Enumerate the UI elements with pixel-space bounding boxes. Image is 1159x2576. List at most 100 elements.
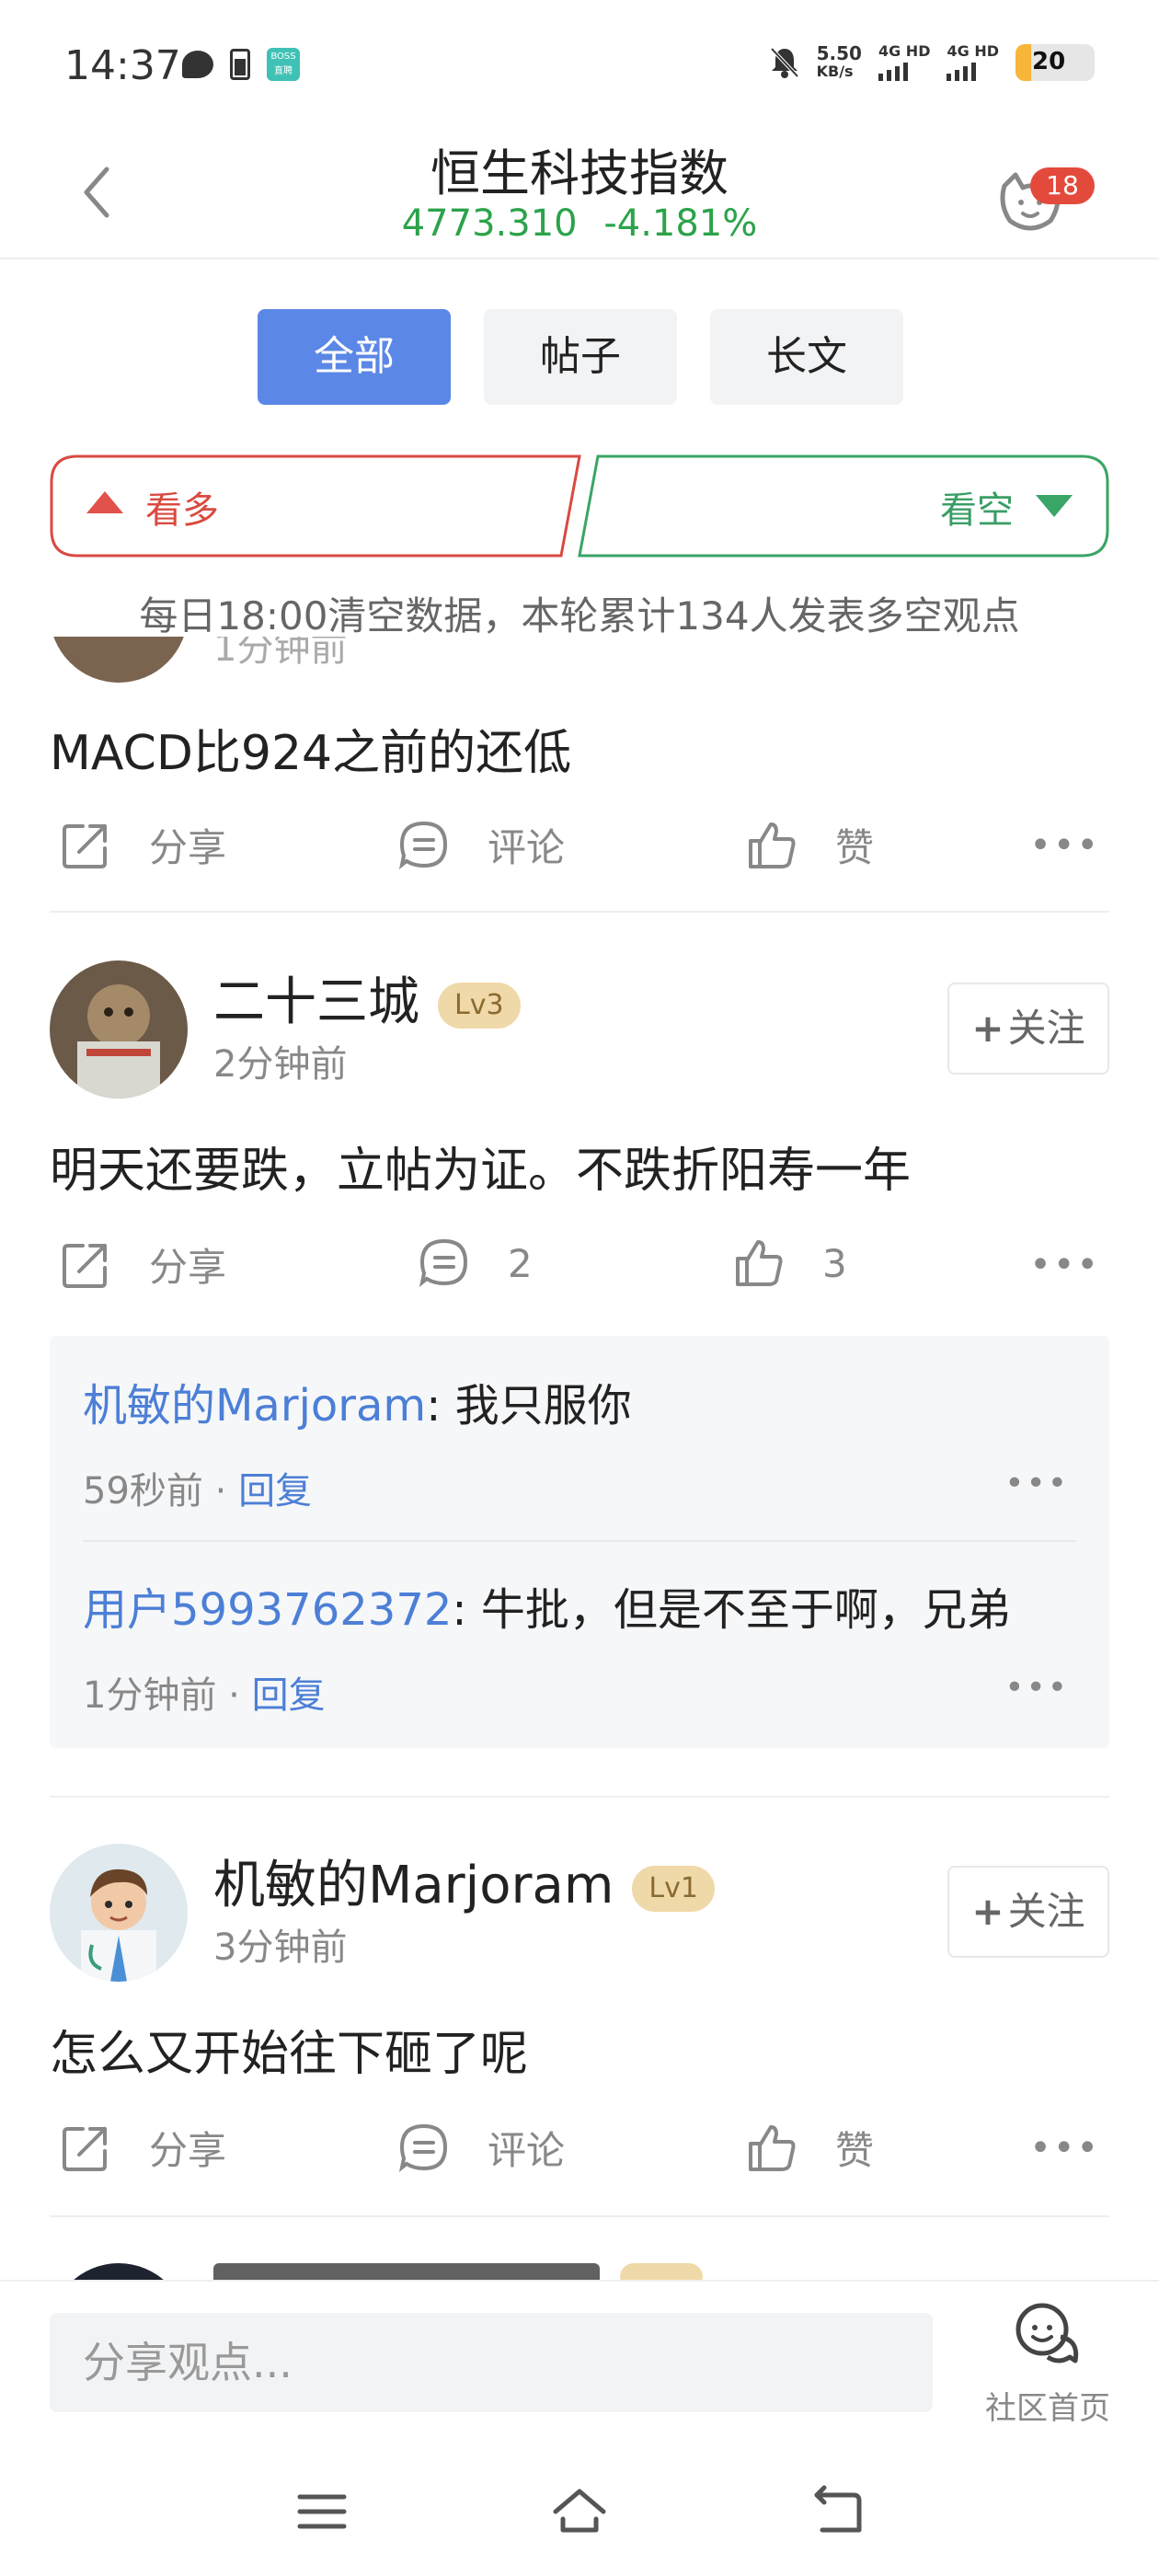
network-speed: 5.50 KB/s [817, 44, 862, 81]
signal-1: 4G HD [878, 42, 931, 81]
share-button[interactable]: 分享 [59, 2120, 226, 2176]
post-body[interactable]: MACD比924之前的还低 [50, 714, 571, 783]
share-label: 分享 [149, 1245, 227, 1290]
bullish-button[interactable]: 看多 [50, 454, 583, 558]
post-item[interactable]: 机敏的Marjoram Lv1 3分钟前 +关注 怎么又开始往下砸了呢 分享 评论… [50, 1844, 1109, 2230]
signal-1-label: 4G HD [878, 42, 931, 60]
community-home-label: 社区首页 [985, 2390, 1110, 2427]
share-label: 分享 [149, 825, 227, 870]
index-change: -4.181% [603, 202, 758, 245]
community-home-button[interactable]: 社区首页 [979, 2300, 1117, 2428]
level-badge: Lv1 [632, 1865, 715, 1912]
comment-label: 评论 [488, 2128, 566, 2173]
reply-meta: 59秒前 · 回复 [83, 1470, 313, 1512]
thumbs-up-icon [736, 1240, 783, 1286]
reply-meta: 1分钟前 · 回复 [83, 1674, 326, 1717]
battery-saver-icon [230, 49, 250, 80]
home-icon [553, 2489, 606, 2533]
username-partial [213, 2263, 600, 2280]
post-divider [50, 2215, 1109, 2217]
reply-item[interactable]: 用户5993762372: 牛批，但是不至于啊，兄弟 1分钟前 · 回复 ••• [83, 1573, 1076, 1719]
username[interactable]: 二十三城 Lv3 [213, 960, 521, 1035]
bearish-label: 看空 [940, 489, 1014, 532]
post-item[interactable] [50, 2263, 1109, 2280]
post-time: 2分钟前 [213, 1043, 348, 1086]
reply-more-button[interactable]: ••• [1004, 1669, 1069, 1707]
avatar[interactable] [50, 2263, 188, 2280]
avatar[interactable] [50, 960, 188, 1098]
chat-notification-icon [182, 51, 213, 78]
bottom-bar: 分享观点... 社区首页 [0, 2280, 1159, 2445]
tab-all[interactable]: 全部 [258, 309, 451, 405]
post-divider [50, 911, 1109, 913]
bearish-button[interactable]: 看空 [576, 454, 1109, 558]
level-badge-partial [620, 2263, 703, 2280]
arrow-up-icon [86, 491, 123, 513]
battery-level: 20 [1032, 48, 1066, 75]
post-body[interactable]: 怎么又开始往下砸了呢 [50, 2015, 528, 2084]
post-time: 3分钟前 [213, 1926, 348, 1969]
back-nav-button[interactable] [808, 2482, 866, 2541]
mute-bell-icon [769, 46, 800, 79]
like-label: 赞 [835, 2128, 875, 2173]
system-navigation-bar [0, 2445, 1159, 2576]
sentiment-notice: 每日18:00清空数据，本轮累计134人发表多空观点 [139, 593, 1020, 638]
community-chat-icon [1016, 2303, 1079, 2363]
reply-username[interactable]: 机敏的Marjoram [83, 1380, 426, 1432]
post-actions: 分享 评论 赞 ••• [50, 2120, 1109, 2193]
follow-button[interactable]: +关注 [947, 983, 1109, 1075]
reply-item[interactable]: 机敏的Marjoram: 我只服你 59秒前 · 回复 ••• [83, 1369, 1076, 1514]
post-body[interactable]: 明天还要跌，立帖为证。不跌折阳寿一年 [50, 1132, 911, 1201]
status-left-icons: BOSS 直聘 [182, 48, 300, 81]
reply-button[interactable]: 回复 [238, 1470, 312, 1512]
share-label: 分享 [149, 2128, 227, 2173]
avatar[interactable] [50, 1844, 188, 1982]
tab-posts[interactable]: 帖子 [484, 309, 677, 405]
thumbs-up-icon [749, 822, 796, 868]
plus-icon: + [971, 1006, 1004, 1051]
comment-label: 评论 [488, 825, 566, 870]
like-button[interactable]: 赞 [745, 817, 874, 873]
share-icon [63, 823, 107, 868]
plus-icon: + [971, 1889, 1004, 1934]
comment-button[interactable]: 评论 [397, 2120, 565, 2176]
signal-bars-icon [947, 61, 977, 81]
post-item[interactable]: 1分钟前 MACD比924之前的还低 分享 评论 赞 ••• [50, 637, 1109, 913]
share-button[interactable]: 分享 [59, 1236, 226, 1293]
avatar[interactable] [50, 637, 188, 683]
battery-icon: 20 [1016, 44, 1095, 81]
comment-button[interactable]: 评论 [397, 817, 565, 873]
comment-input[interactable]: 分享观点... [50, 2313, 933, 2412]
follow-button[interactable]: +关注 [947, 1866, 1109, 1958]
menu-button[interactable] [293, 2482, 351, 2541]
share-icon [63, 2126, 107, 2171]
back-arrow-icon [814, 2485, 862, 2533]
post-actions: 分享 2 3 ••• [50, 1236, 1109, 1310]
page-title: 恒生科技指数 [430, 144, 729, 202]
like-button[interactable]: 赞 [745, 2120, 874, 2176]
reply-text: 机敏的Marjoram: 我只服你 [83, 1369, 1076, 1433]
comment-icon [398, 2123, 448, 2172]
more-options-button[interactable]: ••• [1029, 2127, 1100, 2169]
reply-username[interactable]: 用户5993762372 [83, 1584, 452, 1636]
comment-count: 2 [508, 1240, 533, 1286]
more-options-button[interactable]: ••• [1029, 1244, 1100, 1286]
share-button[interactable]: 分享 [59, 817, 226, 873]
comment-button[interactable]: 2 [418, 1236, 533, 1290]
reply-time: 59秒前 [83, 1470, 203, 1512]
reply-button[interactable]: 回复 [252, 1674, 326, 1717]
tab-articles[interactable]: 长文 [710, 309, 903, 405]
home-button[interactable] [550, 2482, 609, 2541]
more-options-button[interactable]: ••• [1029, 824, 1100, 867]
boss-app-icon: BOSS 直聘 [267, 48, 300, 81]
reply-content: : 牛批，但是不至于啊，兄弟 [452, 1584, 1011, 1636]
messages-button[interactable]: 18 [995, 155, 1095, 237]
signal-2: 4G HD [947, 44, 999, 81]
username[interactable]: 机敏的Marjoram Lv1 [213, 1844, 715, 1918]
reply-more-button[interactable]: ••• [1004, 1465, 1069, 1502]
post-feed[interactable]: 1分钟前 MACD比924之前的还低 分享 评论 赞 ••• 二十三城 Lv3 [0, 637, 1159, 2280]
reply-content: : 我只服你 [426, 1380, 632, 1432]
like-button[interactable]: 3 [732, 1236, 847, 1290]
network-speed-unit: KB/s [816, 63, 854, 80]
like-count: 3 [822, 1240, 847, 1286]
